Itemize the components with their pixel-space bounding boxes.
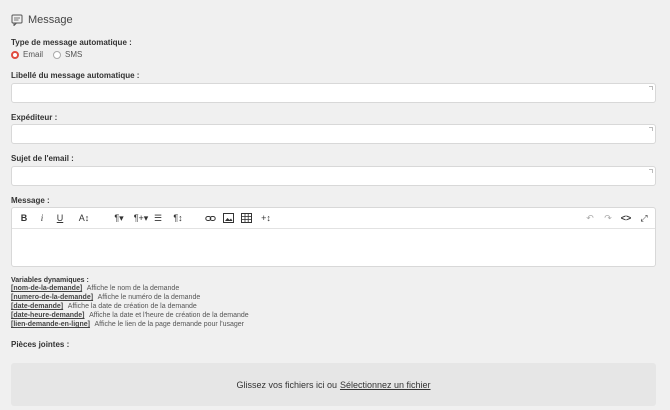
resize-grip-icon[interactable] [649, 169, 653, 173]
editor-toolbar: B i U A↕ ¶▾ ¶+▾ ☰ ¶↕ +↕ ↶ ↷ <> ⤢ [12, 208, 655, 229]
select-file-link[interactable]: Sélectionnez un fichier [340, 380, 431, 390]
expediteur-input[interactable] [12, 126, 655, 144]
section-header: Message [11, 14, 73, 26]
resize-grip-icon[interactable] [649, 86, 653, 90]
insert-button[interactable]: +↕ [258, 212, 274, 224]
variable-desc: Affiche le numéro de la demande [97, 294, 201, 301]
link-icon-glyph [204, 215, 216, 221]
file-dropzone[interactable]: Glissez vos fichiers ici ou Sélectionnez… [11, 363, 656, 406]
table-icon[interactable] [240, 212, 252, 224]
list-button[interactable]: ☰ [152, 212, 164, 224]
variable-code: [lien-demande-en-ligne] [11, 321, 90, 328]
variable-item: [lien-demande-en-ligne] Affiche le lien … [11, 321, 244, 328]
variable-desc: Affiche le lien de la page demande pour … [94, 321, 244, 328]
code-view-button[interactable]: <> [620, 212, 632, 224]
message-label: Message : [11, 196, 50, 205]
underline-button[interactable]: U [54, 212, 66, 224]
section-title: Message [28, 14, 73, 26]
link-icon[interactable] [204, 212, 216, 224]
type-radio-group: Email SMS [11, 50, 82, 59]
fullscreen-button[interactable]: ⤢ [638, 212, 650, 224]
italic-button[interactable]: i [36, 212, 48, 224]
paragraph-format-button[interactable]: ¶▾ [111, 212, 127, 224]
message-panel: Message Type de message automatique : Em… [0, 0, 670, 410]
email-radio[interactable] [11, 50, 19, 59]
table-icon-glyph [240, 213, 252, 223]
variable-item: [date-heure-demande] Affiche la date et … [11, 312, 249, 319]
variable-code: [date-demande] [11, 303, 64, 310]
paragraph-style-button[interactable]: ¶+▾ [131, 212, 151, 224]
libelle-label: Libellé du message automatique : [11, 71, 140, 80]
sujet-input[interactable] [12, 168, 655, 186]
sms-radio-label[interactable]: SMS [65, 50, 82, 59]
libelle-field-wrap [11, 83, 656, 103]
variable-code: [date-heure-demande] [11, 312, 85, 319]
attachments-label: Pièces jointes : [11, 340, 70, 349]
variable-code: [numero-de-la-demande] [11, 294, 94, 301]
sujet-label: Sujet de l'email : [11, 154, 74, 163]
image-icon-glyph [222, 213, 234, 223]
font-size-button[interactable]: A↕ [76, 212, 92, 224]
sujet-field-wrap [11, 166, 656, 186]
variable-desc: Affiche la date et l'heure de création d… [89, 312, 249, 319]
variable-code: [nom-de-la-demande] [11, 285, 83, 292]
variable-desc: Affiche le nom de la demande [86, 285, 180, 292]
variables-title: Variables dynamiques : [11, 277, 89, 284]
dropzone-text: Glissez vos fichiers ici ou [236, 379, 337, 390]
email-radio-label[interactable]: Email [23, 50, 43, 59]
bold-button[interactable]: B [18, 212, 30, 224]
text-direction-button[interactable]: ¶↕ [170, 212, 186, 224]
variable-item: [numero-de-la-demande] Affiche le numéro… [11, 294, 200, 301]
type-label: Type de message automatique : [11, 38, 132, 47]
undo-button[interactable]: ↶ [584, 212, 596, 224]
resize-grip-icon[interactable] [649, 127, 653, 131]
variable-item: [nom-de-la-demande] Affiche le nom de la… [11, 285, 179, 292]
variable-desc: Affiche la date de création de la demand… [67, 303, 197, 310]
editor-content[interactable] [12, 229, 655, 267]
variable-item: [date-demande] Affiche la date de créati… [11, 303, 197, 310]
message-editor: B i U A↕ ¶▾ ¶+▾ ☰ ¶↕ +↕ ↶ ↷ <> ⤢ [11, 207, 656, 267]
expediteur-field-wrap [11, 124, 656, 144]
sms-radio[interactable] [53, 50, 62, 59]
message-icon [11, 14, 23, 26]
image-icon[interactable] [222, 212, 234, 224]
expediteur-label: Expéditeur : [11, 113, 58, 122]
redo-button[interactable]: ↷ [602, 212, 614, 224]
libelle-input[interactable] [12, 85, 655, 103]
